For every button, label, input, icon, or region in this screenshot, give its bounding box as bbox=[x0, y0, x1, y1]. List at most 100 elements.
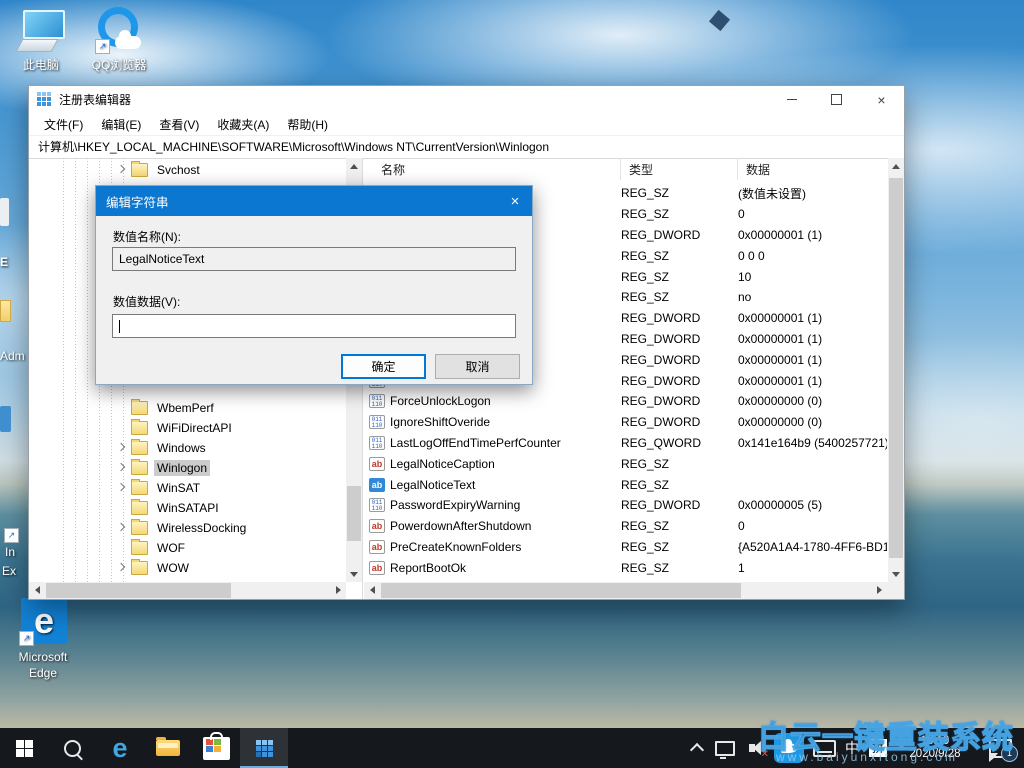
expand-chevron-icon[interactable] bbox=[117, 564, 125, 572]
value-name[interactable]: ReportBootOk bbox=[390, 561, 621, 575]
tree-item[interactable]: Svchost bbox=[29, 160, 346, 180]
value-name[interactable]: IgnoreShiftOveride bbox=[390, 415, 621, 429]
tree-item[interactable]: Windows bbox=[29, 438, 346, 458]
value-name[interactable]: LastLogOffEndTimePerfCounter bbox=[390, 436, 621, 450]
list-horizontal-scrollbar[interactable] bbox=[364, 582, 887, 599]
tree-item-label[interactable]: Svchost bbox=[154, 162, 203, 178]
value-name[interactable]: LegalNoticeCaption bbox=[390, 457, 621, 471]
value-name[interactable]: ForceUnlockLogon bbox=[390, 394, 621, 408]
scroll-down-icon[interactable] bbox=[888, 566, 904, 582]
tree-item-label[interactable]: WbemPerf bbox=[154, 400, 217, 416]
value-name[interactable]: PowerdownAfterShutdown bbox=[390, 519, 621, 533]
tree-item-label[interactable]: WOW bbox=[154, 560, 192, 576]
scroll-right-icon[interactable] bbox=[330, 582, 346, 598]
scrollbar-thumb[interactable] bbox=[889, 178, 903, 558]
registry-value-row[interactable]: LastLogOffEndTimePerfCounter REG_QWORD 0… bbox=[364, 433, 887, 454]
address-bar[interactable]: 计算机\HKEY_LOCAL_MACHINE\SOFTWARE\Microsof… bbox=[29, 136, 904, 159]
expand-chevron-icon[interactable] bbox=[117, 444, 125, 452]
scroll-up-icon[interactable] bbox=[888, 158, 904, 174]
expand-chevron-icon[interactable] bbox=[117, 166, 125, 174]
list-vertical-scrollbar[interactable] bbox=[888, 158, 904, 582]
menu-item[interactable]: 编辑(E) bbox=[92, 116, 150, 133]
scroll-down-icon[interactable] bbox=[346, 566, 362, 582]
tree-item[interactable]: WiFiDirectAPI bbox=[29, 418, 346, 438]
taskbar: e ✕ 中 拼 18:19 2020/9/28 1 bbox=[0, 728, 1024, 768]
expand-chevron-icon[interactable] bbox=[117, 464, 125, 472]
column-header-type[interactable]: 类型 bbox=[621, 158, 738, 180]
start-button[interactable] bbox=[0, 728, 48, 768]
tree-item[interactable]: Winlogon bbox=[29, 458, 346, 478]
registry-value-row[interactable]: ForceUnlockLogon REG_DWORD 0x00000000 (0… bbox=[364, 391, 887, 412]
registry-value-row[interactable]: LegalNoticeText REG_SZ bbox=[364, 474, 887, 495]
registry-value-row[interactable]: IgnoreShiftOveride REG_DWORD 0x00000000 … bbox=[364, 412, 887, 433]
tree-item-label[interactable]: WOF bbox=[154, 540, 188, 556]
title-bar[interactable]: 注册表编辑器 × bbox=[29, 86, 904, 113]
registry-value-row[interactable]: PowerdownAfterShutdown REG_SZ 0 bbox=[364, 516, 887, 537]
scroll-right-icon[interactable] bbox=[871, 582, 887, 598]
dialog-title-bar[interactable]: 编辑字符串 × bbox=[96, 186, 532, 216]
menu-item[interactable]: 收藏夹(A) bbox=[208, 116, 278, 133]
tray-app-button[interactable] bbox=[770, 728, 808, 768]
taskbar-store-button[interactable] bbox=[192, 728, 240, 768]
ime-layout-button[interactable]: 拼 bbox=[864, 728, 892, 768]
registry-value-row[interactable]: PasswordExpiryWarning REG_DWORD 0x000000… bbox=[364, 495, 887, 516]
tree-item[interactable]: WOF bbox=[29, 538, 346, 558]
expand-chevron-icon[interactable] bbox=[117, 484, 125, 492]
desktop-icon-this-pc[interactable]: 此电脑 bbox=[2, 6, 80, 73]
tree-item-label[interactable]: WinSATAPI bbox=[154, 500, 222, 516]
tray-volume-button[interactable]: ✕ bbox=[740, 728, 770, 768]
menu-item[interactable]: 帮助(H) bbox=[278, 116, 337, 133]
registry-value-row[interactable]: ReportBootOk REG_SZ 1 bbox=[364, 557, 887, 578]
scrollbar-thumb[interactable] bbox=[381, 583, 741, 598]
close-icon: × bbox=[511, 193, 520, 210]
taskbar-edge-button[interactable]: e bbox=[96, 728, 144, 768]
tray-display-button[interactable] bbox=[710, 728, 740, 768]
tree-item[interactable]: WOW bbox=[29, 558, 346, 578]
taskbar-clock[interactable]: 18:19 2020/9/28 bbox=[892, 728, 978, 768]
close-button[interactable]: × bbox=[859, 86, 904, 113]
tree-item-label[interactable]: WirelessDocking bbox=[154, 520, 249, 536]
tree-horizontal-scrollbar[interactable] bbox=[29, 582, 346, 599]
action-center-button[interactable]: 1 bbox=[978, 728, 1022, 768]
scrollbar-thumb[interactable] bbox=[347, 486, 361, 541]
dialog-close-button[interactable]: × bbox=[488, 186, 532, 216]
value-name[interactable]: PreCreateKnownFolders bbox=[390, 540, 621, 554]
tray-expand-button[interactable] bbox=[684, 728, 710, 768]
column-header-data[interactable]: 数据 bbox=[738, 158, 904, 180]
minimize-button[interactable] bbox=[769, 86, 814, 113]
tree-item-label[interactable]: WiFiDirectAPI bbox=[154, 420, 235, 436]
taskbar-explorer-button[interactable] bbox=[144, 728, 192, 768]
value-name[interactable]: PasswordExpiryWarning bbox=[390, 498, 621, 512]
tree-item[interactable]: WinSATAPI bbox=[29, 498, 346, 518]
ime-mode-button[interactable]: 中 bbox=[840, 728, 864, 768]
tree-item[interactable]: WinSAT bbox=[29, 478, 346, 498]
tree-item[interactable]: WirelessDocking bbox=[29, 518, 346, 538]
ok-button[interactable]: 确定 bbox=[341, 354, 426, 379]
registry-value-row[interactable]: PreCreateKnownFolders REG_SZ {A520A1A4-1… bbox=[364, 537, 887, 558]
tree-item-label[interactable]: Winlogon bbox=[154, 460, 210, 476]
maximize-button[interactable] bbox=[814, 86, 859, 113]
column-header-name[interactable]: 名称 bbox=[364, 158, 621, 180]
value-data-input[interactable] bbox=[112, 314, 516, 338]
menu-item[interactable]: 文件(F) bbox=[35, 116, 92, 133]
cancel-button[interactable]: 取消 bbox=[435, 354, 520, 379]
value-name-field[interactable]: LegalNoticeText bbox=[112, 247, 516, 271]
desktop-icon-edge[interactable]: e ↗ Microsoft Edge bbox=[4, 598, 82, 681]
tree-item-label[interactable]: WinSAT bbox=[154, 480, 203, 496]
dialog-title: 编辑字符串 bbox=[106, 192, 169, 211]
scroll-up-icon[interactable] bbox=[346, 158, 362, 174]
expand-chevron-icon[interactable] bbox=[117, 524, 125, 532]
scrollbar-thumb[interactable] bbox=[46, 583, 231, 598]
scroll-left-icon[interactable] bbox=[364, 582, 380, 598]
touch-keyboard-button[interactable] bbox=[808, 728, 840, 768]
partial-desktop-icon bbox=[0, 406, 11, 432]
menu-item[interactable]: 查看(V) bbox=[150, 116, 208, 133]
tree-item[interactable]: WbemPerf bbox=[29, 398, 346, 418]
registry-value-row[interactable]: LegalNoticeCaption REG_SZ bbox=[364, 453, 887, 474]
desktop-icon-qq-browser[interactable]: ↗ QQ浏览器 bbox=[80, 6, 158, 73]
value-name[interactable]: LegalNoticeText bbox=[390, 478, 621, 492]
taskbar-search-button[interactable] bbox=[48, 728, 96, 768]
tree-item-label[interactable]: Windows bbox=[154, 440, 209, 456]
taskbar-regedit-button[interactable] bbox=[240, 728, 288, 768]
scroll-left-icon[interactable] bbox=[29, 582, 45, 598]
